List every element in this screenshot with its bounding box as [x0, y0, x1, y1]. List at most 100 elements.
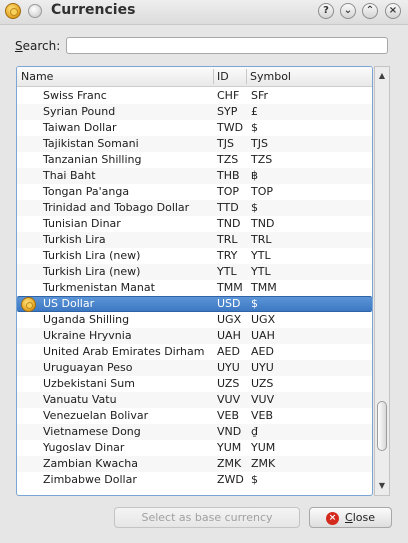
- currency-id: SYP: [217, 105, 238, 118]
- currency-name: Thai Baht: [43, 169, 96, 182]
- currency-symbol: TND: [251, 217, 275, 230]
- table-row[interactable]: Uruguayan Peso UYU UYU: [17, 360, 372, 376]
- currency-symbol: YTL: [251, 265, 271, 278]
- table-row[interactable]: Uzbekistani Sum UZS UZS: [17, 376, 372, 392]
- currency-name: Zimbabwe Dollar: [43, 473, 137, 486]
- currency-name: Turkish Lira: [43, 233, 106, 246]
- column-header-symbol[interactable]: Symbol: [250, 70, 291, 83]
- table-row[interactable]: Zimbabwe Dollar ZWD $: [17, 472, 372, 488]
- currency-id: USD: [217, 297, 241, 310]
- search-label-accel: S: [15, 39, 23, 53]
- currency-symbol: ZMK: [251, 457, 276, 470]
- table-row[interactable]: Taiwan Dollar TWD $: [17, 120, 372, 136]
- column-divider[interactable]: [246, 69, 247, 84]
- table-row[interactable]: Turkish Lira (new) YTL YTL: [17, 264, 372, 280]
- table-row[interactable]: Venezuelan Bolivar VEB VEB: [17, 408, 372, 424]
- close-label-text: lose: [352, 511, 375, 524]
- table-row[interactable]: Tanzanian Shilling TZS TZS: [17, 152, 372, 168]
- currency-name: Turkish Lira (new): [43, 249, 141, 262]
- currency-name: Swiss Franc: [43, 89, 107, 102]
- currency-symbol: YTL: [251, 249, 271, 262]
- currency-name: Syrian Pound: [43, 105, 116, 118]
- currency-name: Tanzanian Shilling: [43, 153, 142, 166]
- table-row[interactable]: Ukraine Hryvnia UAH UAH: [17, 328, 372, 344]
- currency-id: AED: [217, 345, 240, 358]
- help-button[interactable]: ?: [318, 3, 334, 19]
- set-base-currency-button[interactable]: Select as base currency: [114, 507, 300, 528]
- table-row[interactable]: Yugoslav Dinar YUM YUM: [17, 440, 372, 456]
- column-header-id[interactable]: ID: [217, 70, 229, 83]
- currency-id: VEB: [217, 409, 240, 422]
- currency-name: Tunisian Dinar: [43, 217, 121, 230]
- currency-name: US Dollar: [43, 297, 95, 310]
- list-rows: Swiss Franc CHF SFr Syrian Pound SYP £ Taiwan …: [17, 88, 372, 488]
- currency-symbol: $: [251, 473, 258, 486]
- table-row[interactable]: Turkish Lira (new) TRY YTL: [17, 248, 372, 264]
- currency-id: TOP: [217, 185, 240, 198]
- currency-id: CHF: [217, 89, 240, 102]
- column-header-name[interactable]: Name: [21, 70, 53, 83]
- currency-id: UZS: [217, 377, 240, 390]
- currency-id: TTD: [217, 201, 239, 214]
- table-row[interactable]: Uganda Shilling UGX UGX: [17, 312, 372, 328]
- scroll-up-arrow[interactable]: ▲: [376, 69, 388, 83]
- currency-coin-icon: [5, 3, 21, 19]
- currency-id: VUV: [217, 393, 241, 406]
- currency-id: TRY: [217, 249, 238, 262]
- currency-name: Turkmenistan Manat: [43, 281, 155, 294]
- currency-name: Trinidad and Tobago Dollar: [43, 201, 190, 214]
- table-row[interactable]: Thai Baht THB ฿: [17, 168, 372, 184]
- minimize-button[interactable]: ⌄: [340, 3, 356, 19]
- table-row[interactable]: US Dollar USD $: [17, 296, 372, 312]
- table-row[interactable]: Syrian Pound SYP £: [17, 104, 372, 120]
- currency-id: TMM: [217, 281, 243, 294]
- table-row[interactable]: Swiss Franc CHF SFr: [17, 88, 372, 104]
- table-row[interactable]: Turkmenistan Manat TMM TMM: [17, 280, 372, 296]
- currency-id: YTL: [217, 265, 237, 278]
- currency-name: Vanuatu Vatu: [43, 393, 117, 406]
- table-row[interactable]: Vietnamese Dong VND ₫: [17, 424, 372, 440]
- currency-name: Tajikistan Somani: [43, 137, 139, 150]
- window-title: Currencies: [51, 2, 136, 18]
- table-row[interactable]: Zambian Kwacha ZMK ZMK: [17, 456, 372, 472]
- currency-symbol: UYU: [251, 361, 274, 374]
- table-row[interactable]: Vanuatu Vatu VUV VUV: [17, 392, 372, 408]
- search-input[interactable]: [66, 37, 388, 54]
- currency-symbol: TJS: [251, 137, 268, 150]
- close-button[interactable]: × Close: [309, 507, 392, 528]
- table-row[interactable]: United Arab Emirates Dirham AED AED: [17, 344, 372, 360]
- currency-symbol: $: [251, 121, 258, 134]
- currency-name: Uruguayan Peso: [43, 361, 133, 374]
- table-row[interactable]: Trinidad and Tobago Dollar TTD $: [17, 200, 372, 216]
- scrollbar-thumb[interactable]: [377, 401, 387, 451]
- base-currency-coin-icon: [21, 297, 36, 312]
- currency-symbol: UZS: [251, 377, 274, 390]
- currency-symbol: VUV: [251, 393, 275, 406]
- currency-name: Ukraine Hryvnia: [43, 329, 132, 342]
- currency-symbol: UAH: [251, 329, 275, 342]
- table-row[interactable]: Turkish Lira TRL TRL: [17, 232, 372, 248]
- close-window-button[interactable]: ×: [385, 3, 401, 19]
- list-scrollbar[interactable]: ▲ ▼: [374, 66, 390, 496]
- window-menu-button[interactable]: [28, 4, 42, 18]
- maximize-button[interactable]: ⌃: [362, 3, 378, 19]
- currency-id: TZS: [217, 153, 239, 166]
- currency-id: TJS: [217, 137, 234, 150]
- currency-symbol: VEB: [251, 409, 274, 422]
- table-row[interactable]: Tongan Pa'anga TOP TOP: [17, 184, 372, 200]
- currency-id: TRL: [217, 233, 238, 246]
- table-row[interactable]: Tajikistan Somani TJS TJS: [17, 136, 372, 152]
- search-label: Search:: [15, 39, 60, 53]
- currency-symbol: $: [251, 201, 258, 214]
- currency-id: YUM: [217, 441, 242, 454]
- currency-name: Vietnamese Dong: [43, 425, 141, 438]
- scroll-down-arrow[interactable]: ▼: [376, 479, 388, 493]
- column-divider[interactable]: [213, 69, 214, 84]
- currency-list[interactable]: Name ID Symbol Swiss Franc CHF SFr Syrian P…: [16, 66, 373, 496]
- currency-id: UAH: [217, 329, 241, 342]
- close-icon: ×: [326, 511, 339, 525]
- title-bar[interactable]: Currencies ? ⌄ ⌃ ×: [0, 0, 408, 25]
- currency-symbol: SFr: [251, 89, 269, 102]
- table-row[interactable]: Tunisian Dinar TND TND: [17, 216, 372, 232]
- currency-symbol: $: [251, 297, 258, 310]
